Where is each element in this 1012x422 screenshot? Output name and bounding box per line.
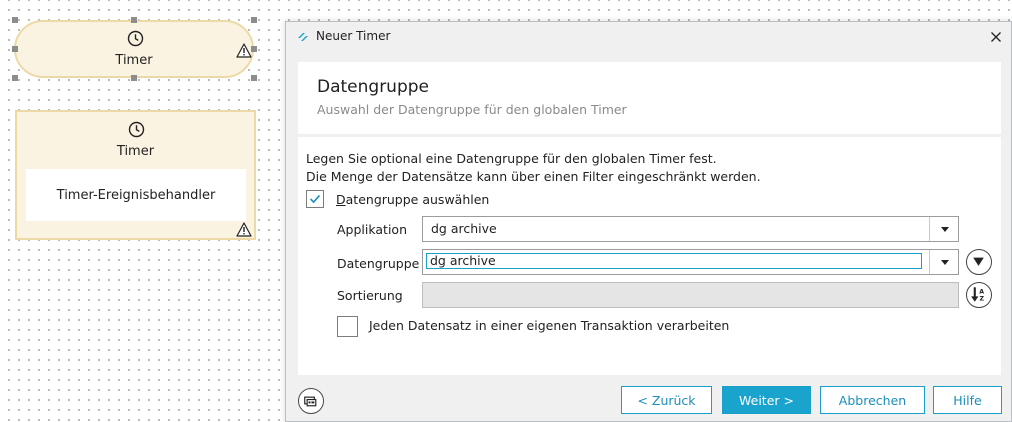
sort-az-icon: A Z (971, 287, 984, 303)
select-datagroup-label[interactable]: Datengruppe auswählen (336, 192, 489, 207)
datagroup-label: Datengruppe (337, 256, 420, 271)
filter-button[interactable] (966, 249, 992, 275)
timer-event-handler-node[interactable]: Timer Timer-Ereignisbehandler (15, 110, 256, 240)
application-combobox[interactable]: dg archive (422, 216, 959, 242)
close-icon[interactable] (987, 28, 1005, 46)
wizard-step-title: Datengruppe (317, 77, 430, 97)
timer-node-title: Timer (116, 144, 155, 159)
svg-text:A: A (979, 289, 984, 296)
description-line-1: Legen Sie optional eine Datengruppe für … (306, 151, 717, 166)
selection-handle[interactable] (251, 17, 257, 23)
warning-icon (236, 222, 252, 237)
selection-handle[interactable] (251, 46, 257, 52)
help-button[interactable]: Hilfe (933, 386, 1002, 414)
warning-icon (236, 43, 252, 58)
dialog-titlebar[interactable]: Neuer Timer (286, 22, 1011, 52)
application-value: dg archive (431, 221, 497, 236)
mnemonic-letter: D (336, 192, 346, 207)
back-button[interactable]: < Zurück (621, 386, 712, 414)
timer-node[interactable]: Timer (14, 20, 254, 78)
selection-handle[interactable] (12, 75, 18, 81)
wizard-header: Datengruppe Auswahl der Datengruppe für … (298, 62, 1001, 134)
clock-icon (128, 121, 145, 138)
sort-button[interactable]: A Z (966, 282, 992, 308)
transaction-checkbox[interactable] (337, 316, 358, 337)
checkmark-icon (309, 194, 321, 204)
chevron-down-icon[interactable] (941, 260, 949, 265)
event-handler-box[interactable]: Timer-Ereignisbehandler (26, 169, 246, 221)
selection-handle[interactable] (251, 75, 257, 81)
app-logo-icon (298, 33, 308, 41)
timer-node-title: Timer (115, 53, 153, 68)
sorting-field (422, 282, 959, 308)
combo-separator (929, 250, 930, 274)
application-label: Applikation (337, 222, 407, 237)
description-line-2: Die Menge der Datensätze kann über einen… (306, 169, 761, 184)
sorting-label: Sortierung (337, 288, 403, 303)
datagroup-combobox[interactable]: dg archive (422, 249, 959, 275)
datagroup-input[interactable]: dg archive (426, 253, 922, 269)
select-datagroup-checkbox[interactable] (306, 190, 324, 208)
new-timer-dialog: Neuer Timer Datengruppe Auswahl der Date… (285, 21, 1012, 422)
cancel-button[interactable]: Abbrechen (820, 386, 925, 414)
wizard-content: Legen Sie optional eine Datengruppe für … (298, 137, 1001, 375)
wizard-step-subtitle: Auswahl der Datengruppe für den globalen… (317, 102, 627, 117)
next-button[interactable]: Weiter > (722, 386, 811, 414)
filter-icon (973, 257, 984, 266)
window-icon (304, 396, 317, 407)
transaction-checkbox-label[interactable]: Jeden Datensatz in einer eigenen Transak… (369, 318, 729, 333)
svg-text:Z: Z (979, 296, 984, 303)
combo-separator (929, 217, 930, 241)
chevron-down-icon[interactable] (941, 227, 949, 232)
event-handler-label: Timer-Ereignisbehandler (56, 187, 216, 203)
selection-handle[interactable] (131, 75, 137, 81)
selection-handle[interactable] (12, 46, 18, 52)
clock-icon (127, 30, 144, 47)
toggle-panel-button[interactable] (298, 388, 324, 414)
dialog-title: Neuer Timer (316, 29, 391, 43)
selection-handle[interactable] (12, 17, 18, 23)
select-datagroup-label-text: atengruppe auswählen (345, 192, 490, 207)
selection-handle[interactable] (131, 17, 137, 23)
